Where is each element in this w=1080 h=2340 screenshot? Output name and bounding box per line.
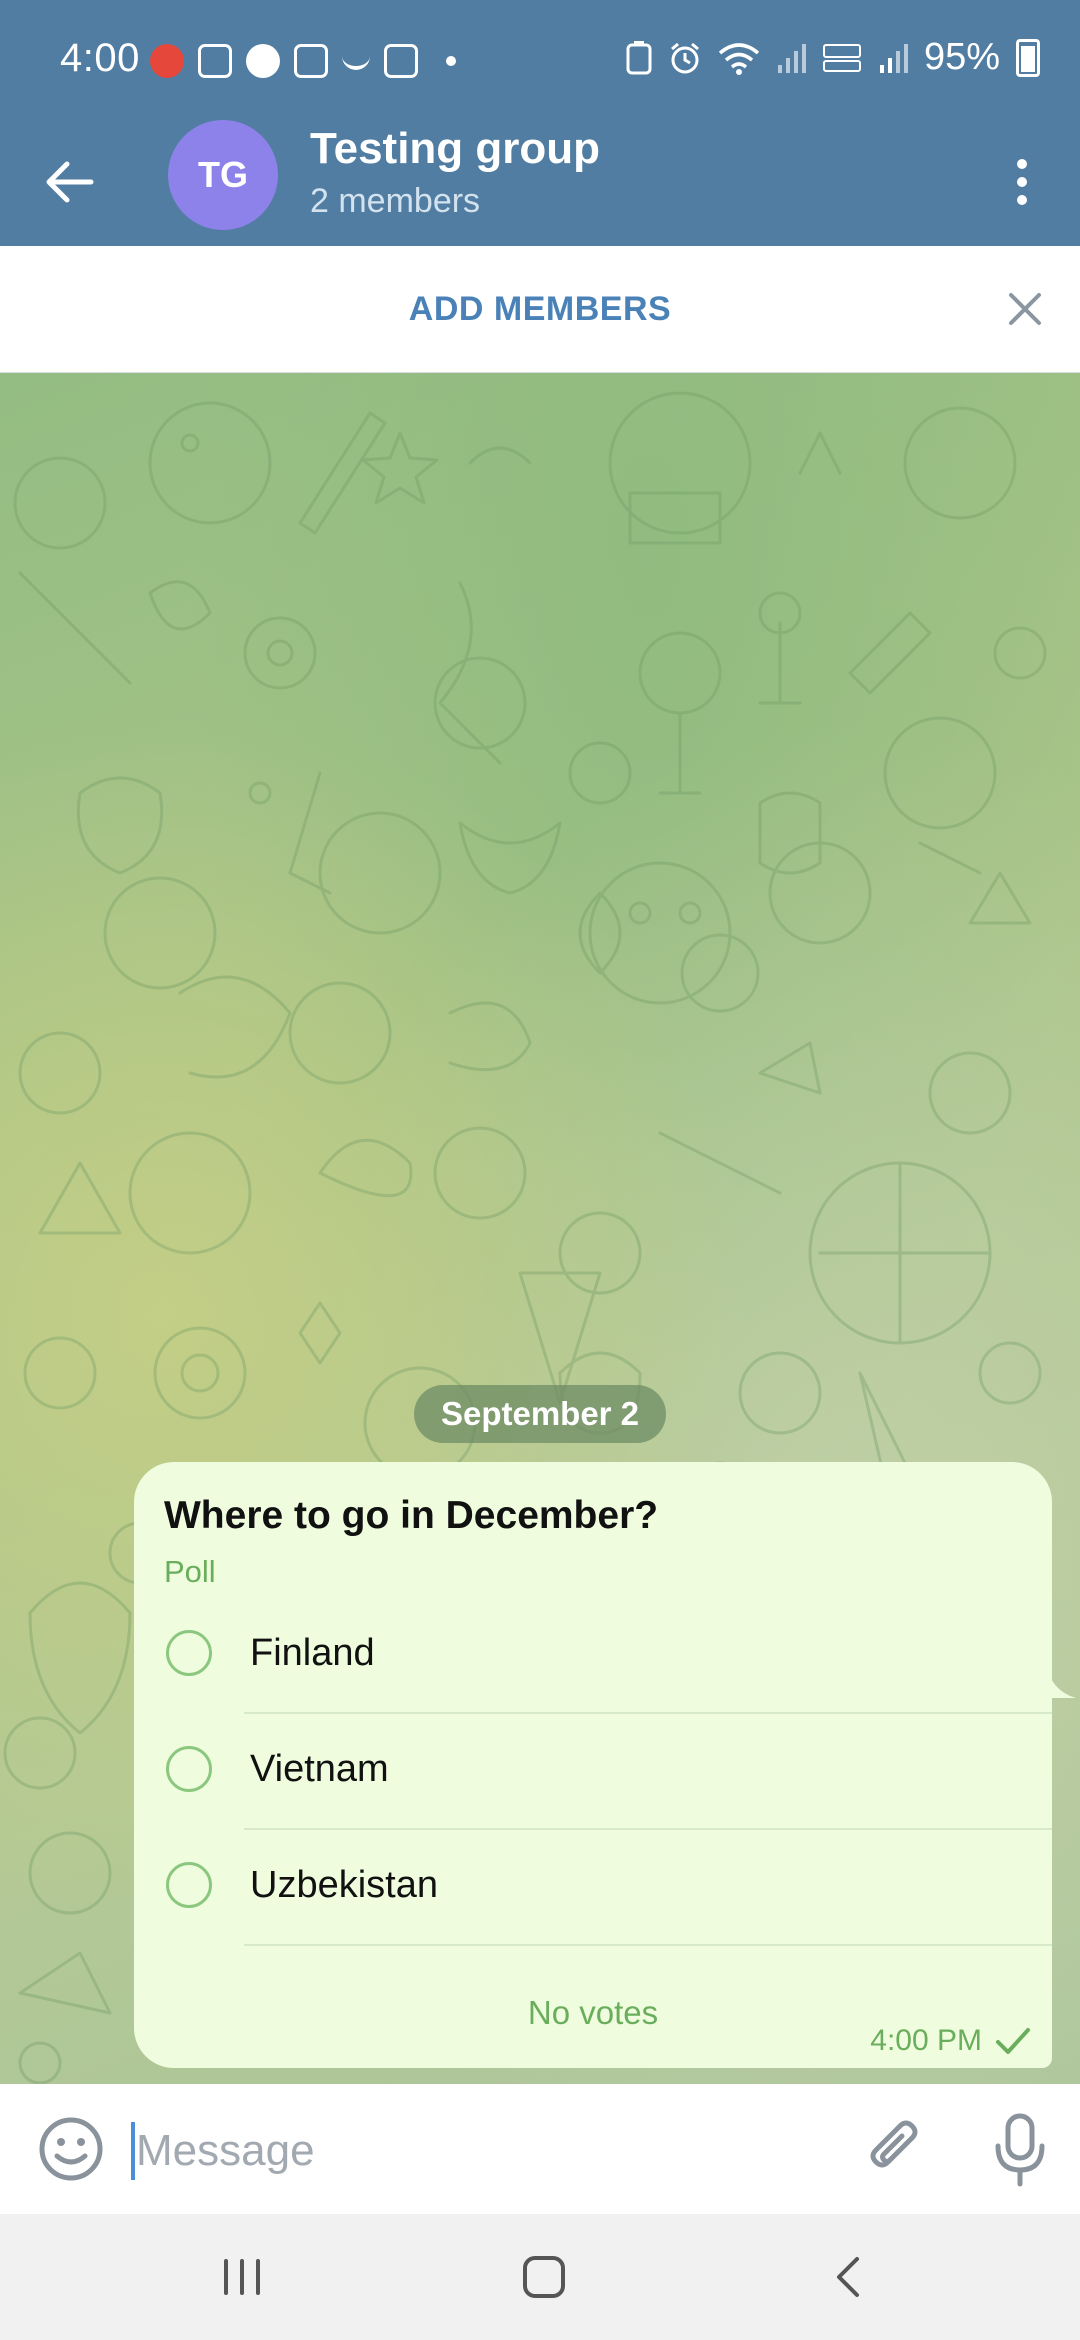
alarm-icon bbox=[670, 42, 699, 73]
poll-message[interactable]: Where to go in December? Poll Finland Vi… bbox=[134, 1462, 1052, 2068]
notification-icons bbox=[150, 44, 456, 78]
signal-icon bbox=[777, 43, 806, 73]
chat-header: TG Testing group 2 members bbox=[0, 120, 1080, 246]
message-input[interactable] bbox=[134, 2110, 818, 2192]
poll-option-label: Finland bbox=[250, 1632, 375, 1674]
arrow-left-icon bbox=[46, 161, 94, 203]
battery-icon bbox=[1016, 38, 1040, 77]
date-label: September 2 bbox=[440, 1395, 640, 1432]
system-icons: 95% bbox=[626, 36, 1040, 79]
radio-circle-icon bbox=[166, 1630, 212, 1676]
radio-circle-icon bbox=[166, 1862, 212, 1908]
recents-icon bbox=[224, 2259, 260, 2295]
emoji-button[interactable] bbox=[36, 2114, 106, 2184]
app-notification-icon bbox=[150, 44, 184, 78]
more-options-button[interactable] bbox=[992, 142, 1052, 222]
date-divider: September 2 bbox=[414, 1385, 666, 1443]
emoji-icon bbox=[39, 2117, 103, 2181]
poll-option-label: Uzbekistan bbox=[250, 1864, 438, 1906]
home-button[interactable] bbox=[504, 2242, 584, 2312]
chat-title[interactable]: Testing group bbox=[310, 124, 600, 174]
chat-background[interactable]: September 2 Where to go in December? Pol… bbox=[0, 373, 1080, 2084]
close-icon bbox=[1009, 293, 1041, 325]
microphone-icon bbox=[995, 2113, 1045, 2187]
group-avatar[interactable]: TG bbox=[168, 120, 278, 230]
volte-icon bbox=[822, 43, 861, 72]
spotify-icon bbox=[246, 44, 280, 78]
status-bar: 4:00 95% bbox=[0, 0, 1080, 120]
avatar-initials: TG bbox=[198, 154, 248, 195]
bubble-tail bbox=[1046, 1663, 1076, 1698]
message-composer bbox=[0, 2084, 1080, 2214]
status-time: 4:00 bbox=[60, 36, 140, 80]
home-icon bbox=[523, 2256, 565, 2298]
more-notifications-dot bbox=[446, 56, 456, 66]
back-button[interactable] bbox=[30, 142, 110, 222]
battery-percent: 95% bbox=[923, 36, 1000, 78]
radio-circle-icon bbox=[166, 1746, 212, 1792]
nav-back-icon bbox=[837, 2257, 859, 2297]
battery-saver-icon bbox=[626, 40, 652, 74]
message-time: 4:00 PM bbox=[870, 2024, 982, 2057]
single-check-icon bbox=[996, 2028, 1030, 2054]
divider bbox=[244, 1944, 1052, 1946]
signal-icon-2 bbox=[879, 43, 908, 73]
add-members-button[interactable]: ADD MEMBERS bbox=[0, 290, 1080, 329]
calendar-icon bbox=[294, 44, 328, 78]
amazon-icon bbox=[342, 52, 370, 70]
poll-option[interactable]: Finland bbox=[134, 1598, 1052, 1714]
add-members-banner: ADD MEMBERS bbox=[0, 246, 1080, 373]
poll-type-label: Poll bbox=[164, 1554, 216, 1589]
poll-option[interactable]: Vietnam bbox=[134, 1714, 1052, 1830]
message-notification-icon bbox=[198, 44, 232, 78]
member-count[interactable]: 2 members bbox=[310, 182, 480, 221]
more-vertical-icon bbox=[1017, 159, 1027, 205]
wifi-icon bbox=[718, 42, 760, 75]
poll-option-label: Vietnam bbox=[250, 1748, 389, 1790]
close-banner-button[interactable] bbox=[1000, 284, 1050, 334]
poll-question: Where to go in December? bbox=[164, 1494, 659, 1537]
calendar-icon bbox=[384, 44, 418, 78]
attach-button[interactable] bbox=[858, 2114, 930, 2186]
voice-record-button[interactable] bbox=[984, 2110, 1056, 2190]
poll-option[interactable]: Uzbekistan bbox=[134, 1830, 1052, 1946]
recents-button[interactable] bbox=[202, 2242, 282, 2312]
paperclip-icon bbox=[870, 2120, 918, 2168]
system-back-button[interactable] bbox=[808, 2242, 888, 2312]
system-navigation-bar bbox=[0, 2214, 1080, 2340]
